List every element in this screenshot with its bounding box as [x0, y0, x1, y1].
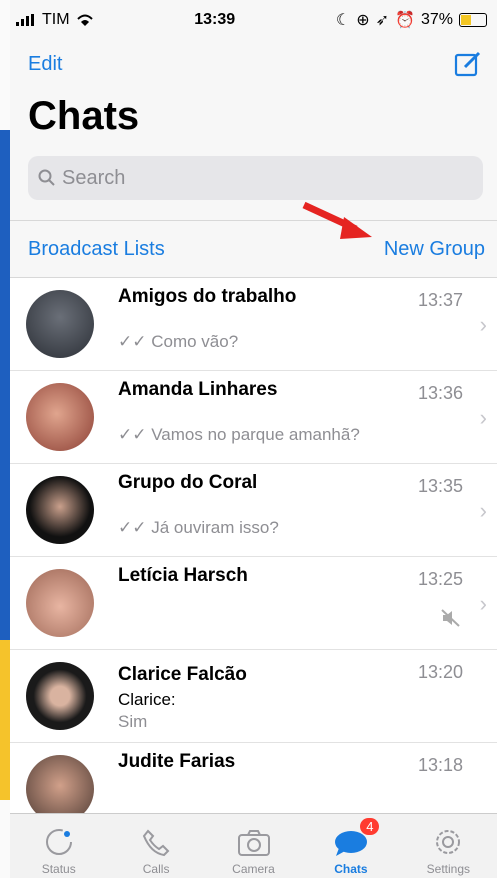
chat-preview: Sim [118, 712, 148, 731]
tab-settings[interactable]: Settings [400, 814, 497, 878]
chat-row[interactable]: Amigos do trabalho 13:37 ✓✓ Como vão? › [10, 278, 497, 371]
avatar [26, 662, 94, 730]
clock: 13:39 [194, 11, 236, 28]
chat-name: Letícia Harsch [118, 565, 248, 586]
tab-camera[interactable]: Camera [205, 814, 302, 878]
chat-row[interactable]: Clarice Falcão 13:20 Clarice: Sim [10, 650, 497, 743]
battery-icon [458, 13, 487, 27]
chevron-right-icon: › [479, 591, 487, 616]
signal-icon [16, 14, 34, 26]
moon-icon: ☾ [335, 12, 351, 29]
avatar [26, 383, 94, 451]
compose-icon[interactable] [453, 49, 483, 79]
chat-sender: Clarice: [118, 690, 176, 709]
search-placeholder: Search [62, 166, 126, 189]
chat-row[interactable]: Amanda Linhares 13:36 ✓✓ Vamos no parque… [10, 371, 497, 464]
read-checks-icon: ✓✓ [118, 518, 147, 537]
search-input[interactable]: Search [28, 156, 483, 200]
links-bar: Broadcast Lists New Group [10, 201, 497, 278]
phone-icon [142, 829, 170, 857]
tab-calls[interactable]: Calls [107, 814, 204, 878]
chat-name: Judite Farias [118, 751, 236, 772]
status-bar: TIM 13:39 ☾ ⊕ ➶ ⏰ 37% [10, 0, 497, 40]
background-yellow-strip [0, 640, 10, 800]
search-icon [38, 169, 55, 186]
phone-screen: TIM 13:39 ☾ ⊕ ➶ ⏰ 37% Edit Chats Search … [10, 0, 497, 878]
chat-time: 13:20 [417, 662, 463, 682]
tab-bar: Status Calls Camera 4 Chats Settings [10, 813, 497, 878]
chat-name: Amanda Linhares [118, 379, 278, 400]
chat-row[interactable]: Letícia Harsch 13:25 › [10, 557, 497, 650]
chevron-right-icon: › [479, 312, 487, 337]
avatar [26, 476, 94, 544]
chevron-right-icon: › [479, 498, 487, 523]
chat-list: Amigos do trabalho 13:37 ✓✓ Como vão? › … [10, 278, 497, 823]
chat-name: Amigos do trabalho [118, 286, 297, 307]
chat-name: Grupo do Coral [118, 472, 258, 493]
gear-icon [436, 830, 461, 854]
chat-name: Clarice Falcão [118, 664, 247, 685]
edit-button[interactable]: Edit [28, 53, 62, 76]
avatar [26, 290, 94, 358]
battery-percent: 37% [420, 11, 453, 28]
chat-preview: ✓✓ Vamos no parque amanhã? [118, 425, 360, 444]
read-checks-icon: ✓✓ [118, 332, 147, 351]
camera-icon [237, 830, 270, 856]
page-title: Chats [28, 94, 140, 138]
chat-preview: ✓✓ Como vão? [118, 332, 239, 351]
location-icon: ➶ [375, 12, 390, 29]
chat-preview: ✓✓ Já ouviram isso? [118, 518, 279, 537]
nav-bar: Edit [10, 40, 497, 88]
chat-row[interactable]: Judite Farias 13:18 [10, 743, 497, 823]
red-arrow-icon [302, 201, 372, 239]
broadcast-lists-link[interactable]: Broadcast Lists [28, 238, 165, 261]
chevron-right-icon: › [479, 405, 487, 430]
chat-time: 13:18 [417, 755, 463, 775]
avatar [26, 569, 94, 637]
lock-rotation-icon: ⊕ [356, 12, 370, 29]
carrier-label: TIM [42, 11, 70, 28]
chat-time: 13:36 [417, 383, 463, 403]
chat-row[interactable]: Grupo do Coral 13:35 ✓✓ Já ouviram isso?… [10, 464, 497, 557]
muted-speaker-icon [441, 609, 460, 627]
chat-time: 13:37 [417, 290, 463, 310]
new-group-link[interactable]: New Group [384, 238, 485, 261]
wifi-icon [76, 14, 93, 26]
status-icon [45, 829, 72, 855]
tab-status[interactable]: Status [10, 814, 107, 878]
chat-time: 13:35 [417, 476, 463, 496]
alarm-icon: ⏰ [395, 12, 415, 29]
unread-badge: 4 [360, 818, 380, 835]
chat-time: 13:25 [417, 569, 463, 589]
tab-chats[interactable]: 4 Chats [302, 814, 399, 878]
read-checks-icon: ✓✓ [118, 425, 147, 444]
background-blue-strip [0, 130, 10, 640]
